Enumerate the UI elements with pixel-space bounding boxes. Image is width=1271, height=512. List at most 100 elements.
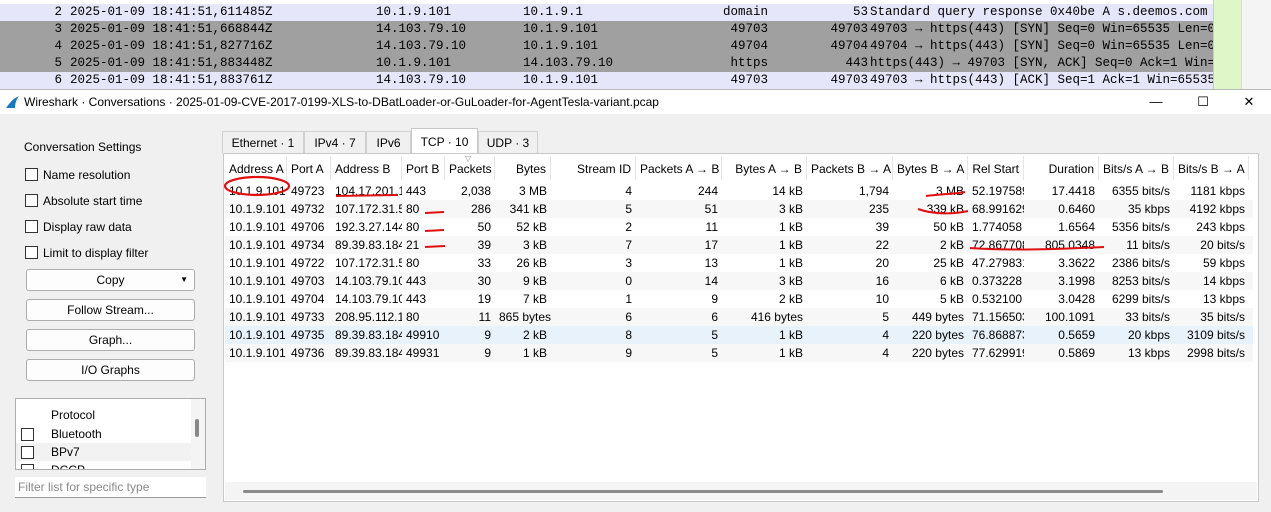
graph-button[interactable]: Graph... bbox=[26, 329, 195, 351]
table-cell: 6 kB bbox=[939, 274, 964, 288]
table-cell: 6 bbox=[711, 310, 718, 324]
table-cell: 443 bbox=[406, 292, 427, 306]
column-header-stream-id[interactable]: Stream ID bbox=[551, 156, 636, 180]
column-header-bytes[interactable]: Bytes bbox=[495, 156, 551, 180]
column-header-packets[interactable]: Packets bbox=[445, 156, 495, 180]
column-header-packets-a-b[interactable]: Packets A → B bbox=[636, 156, 722, 180]
table-row[interactable]: 10.1.9.101 49704 14.103.79.10 443 19 7 kB 1 9 2 … bbox=[225, 290, 1253, 308]
horizontal-scroll-thumb[interactable] bbox=[243, 490, 1163, 493]
limit-to-display-filter-checkbox[interactable] bbox=[25, 246, 38, 259]
table-cell: 2 kB bbox=[939, 238, 964, 252]
table-row[interactable]: 10.1.9.101 49723 104.17.201.1 443 2,038 3 MB 4… bbox=[225, 182, 1253, 200]
protocol-filter-input[interactable]: Filter list for specific type bbox=[15, 477, 206, 498]
table-cell: 1181 kbps bbox=[1190, 184, 1246, 198]
packet-row[interactable]: 6 2025-01-09 18:41:51,883761Z 14.103.79.10… bbox=[0, 72, 1213, 89]
column-header-address-a[interactable]: Address A bbox=[225, 156, 287, 180]
tab-ethernet[interactable]: Ethernet · 1 bbox=[222, 131, 304, 153]
protocol-scroll-thumb[interactable] bbox=[195, 419, 199, 437]
bpv7-checkbox[interactable] bbox=[21, 446, 34, 459]
tab-tcp[interactable]: TCP · 10 bbox=[411, 128, 478, 153]
protocol-list-scrollbar[interactable] bbox=[191, 399, 205, 469]
protocol-label: BPv7 bbox=[51, 445, 80, 459]
column-header-duration[interactable]: Duration bbox=[1024, 156, 1099, 180]
bluetooth-checkbox[interactable] bbox=[21, 428, 34, 441]
protocol-list[interactable]: ⌃ Protocol Bluetooth BPv7 DCCP bbox=[15, 398, 206, 470]
table-cell: 13 kbps bbox=[1127, 346, 1170, 360]
settings-title: Conversation Settings bbox=[24, 140, 142, 154]
sort-up-icon[interactable]: ⌃ bbox=[112, 399, 120, 406]
wireshark-fin-icon bbox=[5, 95, 21, 112]
table-cell: 192.3.27.144 bbox=[335, 220, 402, 234]
table-cell: 243 kbps bbox=[1196, 220, 1245, 234]
dccp-checkbox[interactable] bbox=[21, 464, 34, 469]
conversations-table[interactable]: ▽ Address A Port A Address B Port B Pack… bbox=[223, 153, 1259, 502]
protocol-column-header[interactable]: Protocol bbox=[51, 408, 95, 422]
title-bar: Wireshark · Conversations · 2025-01-09-C… bbox=[0, 90, 1271, 114]
close-button[interactable]: ✕ bbox=[1226, 90, 1271, 114]
column-header-bytes-b-a[interactable]: Bytes B → A bbox=[893, 156, 968, 180]
packet-cell-len: 443 bbox=[845, 56, 868, 70]
table-cell: 5 kB bbox=[939, 292, 964, 306]
display-raw-data-checkbox[interactable] bbox=[25, 220, 38, 233]
packet-row[interactable]: 2 2025-01-09 18:41:51,611485Z 10.1.9.101 10… bbox=[0, 4, 1213, 21]
column-header-port-a[interactable]: Port A bbox=[287, 156, 331, 180]
table-cell: 7 kB bbox=[522, 292, 547, 306]
table-cell: 107.172.31.5 bbox=[335, 256, 402, 270]
packet-row[interactable]: 5 2025-01-09 18:41:51,883448Z 10.1.9.101 14… bbox=[0, 55, 1213, 72]
packet-list-background: 2 2025-01-09 18:41:51,611485Z 10.1.9.101 10… bbox=[0, 0, 1271, 89]
packet-cell-no: 6 bbox=[54, 73, 62, 87]
table-row[interactable]: 10.1.9.101 49706 192.3.27.144 80 50 52 kB 2 11 1… bbox=[225, 218, 1253, 236]
table-cell: 35 kbps bbox=[1127, 202, 1170, 216]
table-cell: 20 kbps bbox=[1127, 328, 1170, 342]
table-cell: 10.1.9.101 bbox=[229, 202, 286, 216]
maximize-button[interactable]: ☐ bbox=[1180, 90, 1226, 114]
column-header-address-b[interactable]: Address B bbox=[331, 156, 402, 180]
horizontal-scrollbar[interactable] bbox=[225, 482, 1257, 500]
column-header-rel-start[interactable]: Rel Start bbox=[968, 156, 1024, 180]
table-cell: 72.867708 bbox=[972, 238, 1024, 252]
table-cell: 10.1.9.101 bbox=[229, 274, 286, 288]
column-header-bits-b-a[interactable]: Bits/s B → A bbox=[1174, 156, 1249, 180]
table-cell: 6 bbox=[625, 310, 632, 324]
follow-stream-button[interactable]: Follow Stream... bbox=[26, 299, 195, 321]
table-cell: 21 bbox=[406, 238, 420, 252]
minimize-button[interactable]: — bbox=[1133, 90, 1179, 114]
packet-row[interactable]: 3 2025-01-09 18:41:51,668844Z 14.103.79.10… bbox=[0, 21, 1213, 38]
tab-ipv6[interactable]: IPv6 bbox=[366, 131, 411, 153]
tab-ipv4[interactable]: IPv4 · 7 bbox=[304, 131, 366, 153]
table-cell: 416 bytes bbox=[750, 310, 803, 324]
protocol-item-dccp[interactable]: DCCP bbox=[16, 461, 192, 469]
absolute-start-time-checkbox[interactable] bbox=[25, 194, 38, 207]
table-cell: 2,038 bbox=[460, 184, 491, 198]
table-cell: 11 bbox=[478, 310, 491, 324]
table-cell: 14 bbox=[704, 274, 718, 288]
protocol-item-bluetooth[interactable]: Bluetooth bbox=[16, 425, 192, 443]
table-cell: 9 bbox=[484, 346, 491, 360]
table-cell: 76.868873 bbox=[972, 328, 1024, 342]
copy-button[interactable]: Copy ▼ bbox=[26, 269, 195, 291]
column-header-bits-a-b[interactable]: Bits/s A → B bbox=[1099, 156, 1174, 180]
table-cell: 10.1.9.101 bbox=[229, 184, 286, 198]
table-row[interactable]: 10.1.9.101 49722 107.172.31.5 80 33 26 kB 3 13 1… bbox=[225, 254, 1253, 272]
packet-cell-len: 49703 bbox=[830, 73, 868, 87]
table-cell: 0 bbox=[625, 274, 632, 288]
protocol-item-bpv7[interactable]: BPv7 bbox=[16, 443, 192, 461]
table-cell: 0.373228 bbox=[972, 274, 1023, 288]
tab-udp[interactable]: UDP · 3 bbox=[478, 131, 538, 153]
io-graphs-button[interactable]: I/O Graphs bbox=[26, 359, 195, 381]
name-resolution-checkbox[interactable] bbox=[25, 168, 38, 181]
table-row[interactable]: 10.1.9.101 49735 89.39.83.184 49910 9 2 kB 8 5 1… bbox=[225, 326, 1253, 344]
packet-list-scrollbar[interactable] bbox=[1241, 0, 1271, 89]
table-cell: 49733 bbox=[291, 310, 325, 324]
table-cell: 1 kB bbox=[778, 256, 803, 270]
table-row[interactable]: 10.1.9.101 49703 14.103.79.10 443 30 9 kB 0 14 3… bbox=[225, 272, 1253, 290]
column-header-bytes-a-b[interactable]: Bytes A → B bbox=[722, 156, 807, 180]
table-row[interactable]: 10.1.9.101 49733 208.95.112.1 80 11 865 bytes… bbox=[225, 308, 1253, 326]
table-row[interactable]: 10.1.9.101 49734 89.39.83.184 21 39 3 kB 7 17 1 … bbox=[225, 236, 1253, 254]
column-header-packets-b-a[interactable]: Packets B → A bbox=[807, 156, 893, 180]
table-row[interactable]: 10.1.9.101 49732 107.172.31.5 80 286 341 kB 5 5… bbox=[225, 200, 1253, 218]
table-row[interactable]: 10.1.9.101 49736 89.39.83.184 49931 9 1 kB 9 5 1… bbox=[225, 344, 1253, 362]
column-header-port-b[interactable]: Port B bbox=[402, 156, 445, 180]
packet-row[interactable]: 4 2025-01-09 18:41:51,827716Z 14.103.79.10… bbox=[0, 38, 1213, 55]
table-cell: 80 bbox=[406, 202, 420, 216]
